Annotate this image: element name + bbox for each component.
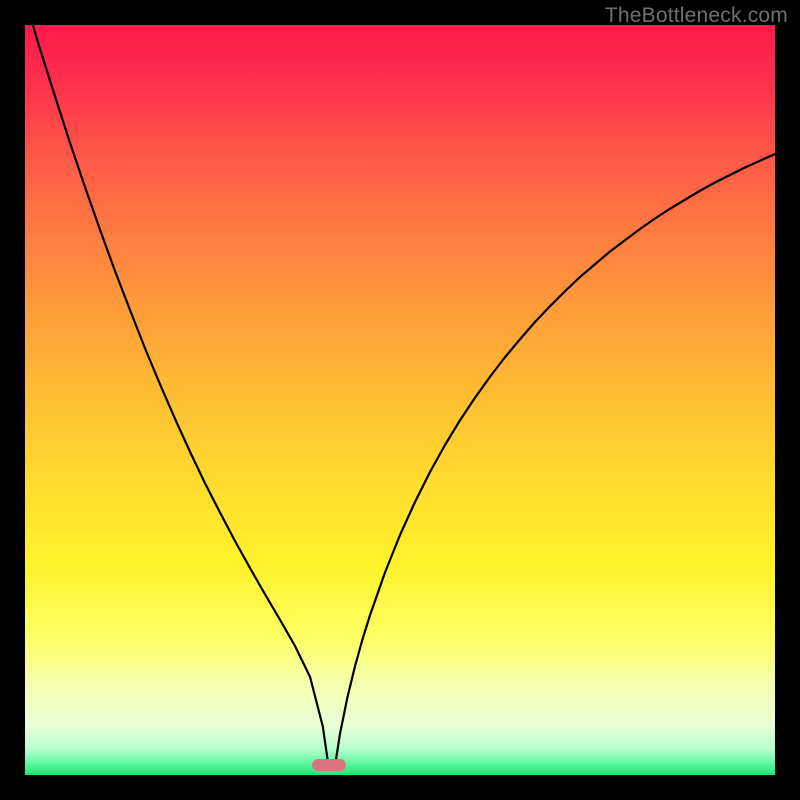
chart-frame: TheBottleneck.com xyxy=(0,0,800,800)
plot-area xyxy=(25,25,775,775)
watermark-text: TheBottleneck.com xyxy=(605,4,788,28)
bottleneck-curve xyxy=(25,25,775,775)
optimal-marker xyxy=(312,759,346,771)
